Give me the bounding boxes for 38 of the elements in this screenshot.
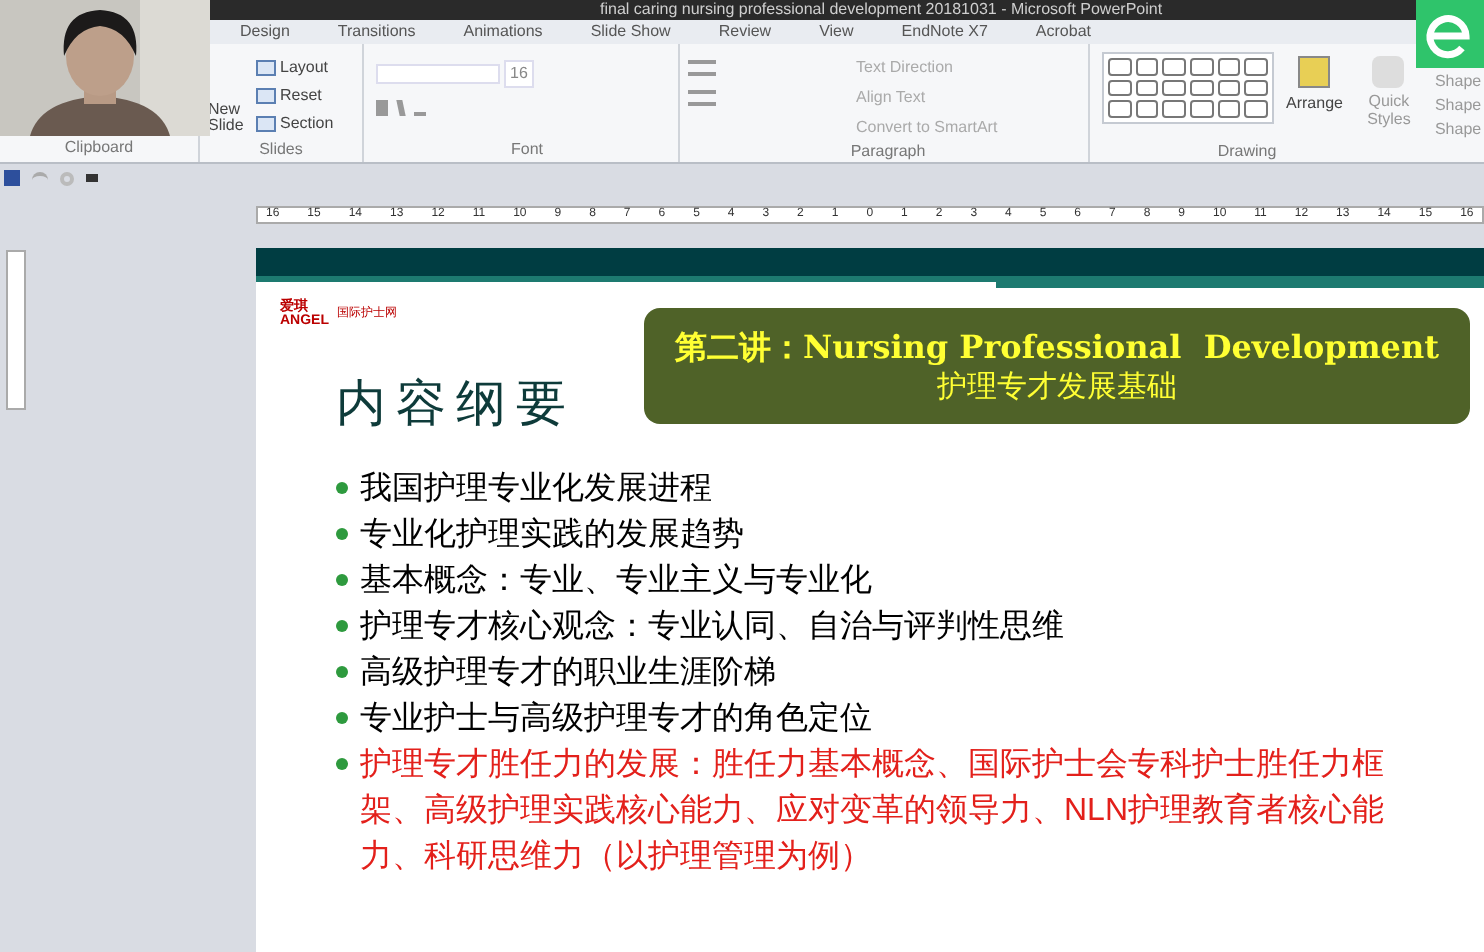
group-label: Paragraph — [848, 140, 928, 164]
group-label: Slides — [257, 138, 305, 162]
bullet-icon — [336, 665, 348, 677]
bullet-text: 基本概念：专业、专业主义与专业化 — [360, 561, 872, 601]
bullet-text: 护理专才核心观念：专业认同、自治与评判性思维 — [360, 607, 1064, 647]
bullet-icon — [336, 527, 348, 539]
banner-subtitle: 护理专才发展基础 — [937, 368, 1177, 404]
bullet-icon — [336, 711, 348, 723]
arrange-button[interactable]: Arrange — [1286, 56, 1343, 140]
group-label: Font — [508, 138, 545, 162]
bullet-icon — [336, 573, 348, 585]
slides-menu-button[interactable]: Reset — [256, 84, 334, 108]
ribbon-tab[interactable]: Transitions — [333, 20, 420, 44]
font-name-field[interactable] — [376, 64, 500, 84]
ribbon-tab[interactable]: View — [815, 20, 858, 44]
group-label: Clipboard — [64, 136, 134, 160]
ribbon-tab[interactable]: Animations — [459, 20, 547, 44]
bullet-text: 专业化护理实践的发展趋势 — [360, 515, 744, 555]
bullet-text: 专业护士与高级护理专才的角色定位 — [360, 699, 872, 739]
bullet-icon — [336, 481, 348, 493]
bullet-icon — [336, 619, 348, 631]
ribbon-tab[interactable]: Acrobat — [1031, 20, 1095, 44]
bullet-icon — [336, 757, 348, 769]
slides-menu-button[interactable]: Section — [256, 112, 334, 136]
ribbon-tab[interactable]: Design — [236, 20, 294, 44]
bullet-text: 护理专才胜任力的发展：胜任力基本概念、国际护士会专科护士胜任力框架、高级护理实践核心能力、应对变革的领导力、NLN护理教育者核心能力、科研思维力（以护理管理为例） — [360, 745, 1387, 877]
slides-menu-button[interactable]: Layout — [256, 56, 334, 80]
font-size-field[interactable]: 16 — [504, 60, 534, 88]
slide-heading: 内容纲要 — [336, 372, 578, 436]
ribbon-tab[interactable]: Slide Show — [586, 20, 675, 44]
ribbon-tab[interactable]: EndNote X7 — [897, 20, 992, 44]
banner-title: 第二讲：Nursing Professional Development — [675, 328, 1439, 368]
window-title: final caring nursing professional development 20181031 - Microsoft PowerPoint — [600, 0, 1163, 20]
group-label: Drawing — [1215, 140, 1279, 164]
shapes-gallery[interactable] — [1102, 52, 1274, 124]
bullet-text: 高级护理专才的职业生涯阶梯 — [360, 653, 776, 693]
bullet-text: 我国护理专业化发展进程 — [360, 469, 712, 509]
ribbon-tab[interactable]: Review — [714, 20, 776, 44]
